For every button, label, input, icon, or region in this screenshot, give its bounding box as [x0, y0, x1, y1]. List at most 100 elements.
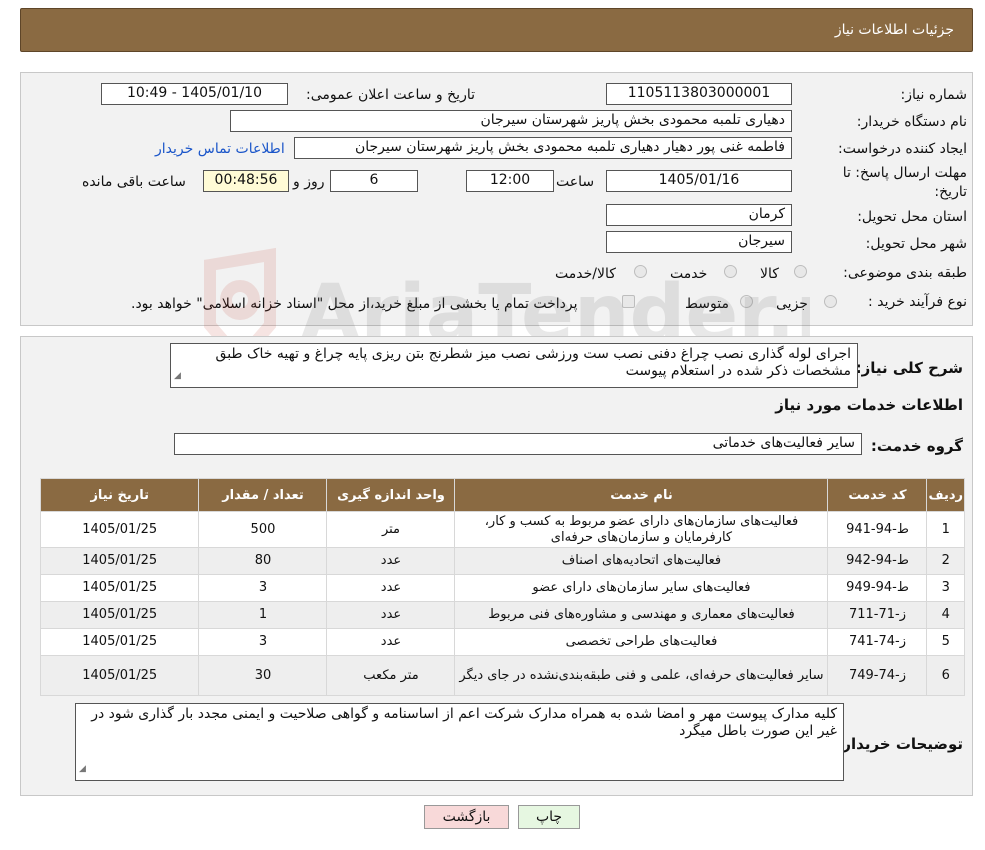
cell-quantity: 30: [198, 655, 328, 696]
cell-name: فعالیت‌های سازمان‌های دارای عضو مربوط به…: [454, 511, 829, 548]
cell-code: ط-94-942: [827, 547, 928, 575]
cell-date: 1405/01/25: [39, 655, 200, 696]
process-label: نوع فرآیند خرید :: [868, 294, 967, 310]
table-row: 5 ز-74-741 فعالیت‌های طراحی تخصصی عدد 3 …: [39, 628, 965, 656]
cell-name: فعالیت‌های طراحی تخصصی: [454, 628, 829, 656]
announce-field: 1405/01/10 - 10:49: [101, 83, 288, 105]
city-field: سیرجان: [606, 231, 792, 253]
process-medium-label: متوسط: [685, 296, 729, 312]
col-quantity: تعداد / مقدار: [198, 478, 328, 512]
description-text: اجرای لوله گذاری نصب چراغ دفنی نصب ست ور…: [215, 346, 851, 379]
announce-label: تاریخ و ساعت اعلان عمومی:: [306, 87, 475, 103]
cell-row: 5: [926, 628, 965, 656]
table-row: 3 ط-94-949 فعالیت‌های سایر سازمان‌های دا…: [39, 574, 965, 602]
cell-date: 1405/01/25: [39, 574, 200, 602]
resize-handle-icon[interactable]: ◢: [79, 761, 86, 778]
buyer-contact-link[interactable]: اطلاعات تماس خریدار: [155, 141, 285, 157]
cell-date: 1405/01/25: [39, 601, 200, 629]
category-service-radio[interactable]: [724, 265, 737, 278]
buyer-notes-label: توضیحات خریدار:: [836, 735, 963, 753]
cell-code: ط-94-941: [827, 511, 928, 548]
cell-quantity: 80: [198, 547, 328, 575]
cell-code: ط-94-949: [827, 574, 928, 602]
province-field: کرمان: [606, 204, 792, 226]
cell-row: 1: [926, 511, 965, 548]
category-goods-radio[interactable]: [794, 265, 807, 278]
description-textarea[interactable]: اجرای لوله گذاری نصب چراغ دفنی نصب ست ور…: [170, 343, 858, 388]
col-row: ردیف: [926, 478, 965, 512]
process-minor-radio[interactable]: [824, 295, 837, 308]
table-row: 4 ز-71-711 فعالیت‌های معماری و مهندسی و …: [39, 601, 965, 629]
col-name: نام خدمت: [454, 478, 829, 512]
category-service-label: خدمت: [670, 266, 708, 282]
creator-label: ایجاد کننده درخواست:: [838, 141, 967, 157]
buyer-org-field: دهیاری تلمبه محمودی بخش پاریز شهرستان سی…: [230, 110, 792, 132]
services-table: ردیف کد خدمت نام خدمت واحد اندازه گیری ت…: [39, 478, 965, 696]
cell-quantity: 3: [198, 628, 328, 656]
cell-quantity: 500: [198, 511, 328, 548]
need-number-label: شماره نیاز:: [900, 87, 968, 103]
creator-field: فاطمه غنی پور دهیار دهیاری تلمبه محمودی …: [294, 137, 792, 159]
description-label: شرح کلی نیاز:: [855, 359, 963, 377]
process-medium-radio[interactable]: [740, 295, 753, 308]
process-minor-label: جزیی: [776, 296, 808, 312]
province-label: استان محل تحویل:: [857, 209, 967, 225]
col-code: کد خدمت: [827, 478, 928, 512]
deadline-label-date: تاریخ:: [934, 184, 967, 200]
cell-code: ز-74-749: [827, 655, 928, 696]
cell-code: ز-71-711: [827, 601, 928, 629]
process-note: پرداخت تمام یا بخشی از مبلغ خرید،از محل …: [131, 296, 578, 312]
category-label: طبقه بندی موضوعی:: [843, 265, 967, 281]
services-section-title: اطلاعات خدمات مورد نیاز: [775, 396, 963, 414]
cell-row: 6: [926, 655, 965, 696]
cell-quantity: 3: [198, 574, 328, 602]
need-number-field: 1105113803000001: [606, 83, 792, 105]
cell-name: فعالیت‌های معماری و مهندسی و مشاوره‌های …: [454, 601, 829, 629]
buyer-notes-textarea[interactable]: کلیه مدارک پیوست مهر و امضا شده به همراه…: [75, 703, 844, 781]
cell-unit: متر مکعب: [326, 655, 456, 696]
category-goods-service-radio[interactable]: [634, 265, 647, 278]
cell-name: سایر فعالیت‌های حرفه‌ای، علمی و فنی طبقه…: [454, 655, 829, 696]
cell-date: 1405/01/25: [39, 511, 200, 548]
buyer-org-label: نام دستگاه خریدار:: [856, 114, 967, 130]
deadline-label: مهلت ارسال پاسخ: تا: [842, 165, 967, 181]
city-label: شهر محل تحویل:: [865, 236, 967, 252]
col-date: تاریخ نیاز: [39, 478, 200, 512]
page-header: جزئیات اطلاعات نیاز: [20, 8, 973, 52]
category-goods-label: کالا: [760, 266, 779, 282]
category-goods-service-label: کالا/خدمت: [555, 266, 616, 282]
cell-unit: متر: [326, 511, 456, 548]
cell-row: 4: [926, 601, 965, 629]
cell-code: ز-74-741: [827, 628, 928, 656]
resize-handle-icon[interactable]: ◢: [174, 368, 181, 385]
days-label: روز و: [293, 174, 325, 190]
deadline-time-field: 12:00: [466, 170, 554, 192]
page-title: جزئیات اطلاعات نیاز: [834, 22, 954, 38]
cell-name: فعالیت‌های سایر سازمان‌های دارای عضو: [454, 574, 829, 602]
cell-date: 1405/01/25: [39, 628, 200, 656]
cell-row: 2: [926, 547, 965, 575]
cell-name: فعالیت‌های اتحادیه‌های اصناف: [454, 547, 829, 575]
cell-quantity: 1: [198, 601, 328, 629]
table-header-row: ردیف کد خدمت نام خدمت واحد اندازه گیری ت…: [39, 478, 965, 512]
back-button[interactable]: بازگشت: [424, 805, 509, 829]
col-unit: واحد اندازه گیری: [326, 478, 456, 512]
process-treasury-checkbox[interactable]: [622, 295, 635, 308]
service-group-label: گروه خدمت:: [870, 437, 963, 455]
cell-unit: عدد: [326, 547, 456, 575]
print-button[interactable]: چاپ: [518, 805, 580, 829]
deadline-time-label: ساعت: [556, 174, 595, 190]
service-group-field: سایر فعالیت‌های خدماتی: [174, 433, 862, 455]
cell-unit: عدد: [326, 628, 456, 656]
cell-unit: عدد: [326, 601, 456, 629]
buyer-notes-text: کلیه مدارک پیوست مهر و امضا شده به همراه…: [91, 706, 837, 739]
table-row: 2 ط-94-942 فعالیت‌های اتحادیه‌های اصناف …: [39, 547, 965, 575]
table-row: 6 ز-74-749 سایر فعالیت‌های حرفه‌ای، علمی…: [39, 655, 965, 696]
table-row: 1 ط-94-941 فعالیت‌های سازمان‌های دارای ع…: [39, 511, 965, 548]
cell-date: 1405/01/25: [39, 547, 200, 575]
days-field: 6: [330, 170, 418, 192]
cell-row: 3: [926, 574, 965, 602]
cell-unit: عدد: [326, 574, 456, 602]
deadline-date-field: 1405/01/16: [606, 170, 792, 192]
remaining-time-field: 00:48:56: [203, 170, 289, 192]
